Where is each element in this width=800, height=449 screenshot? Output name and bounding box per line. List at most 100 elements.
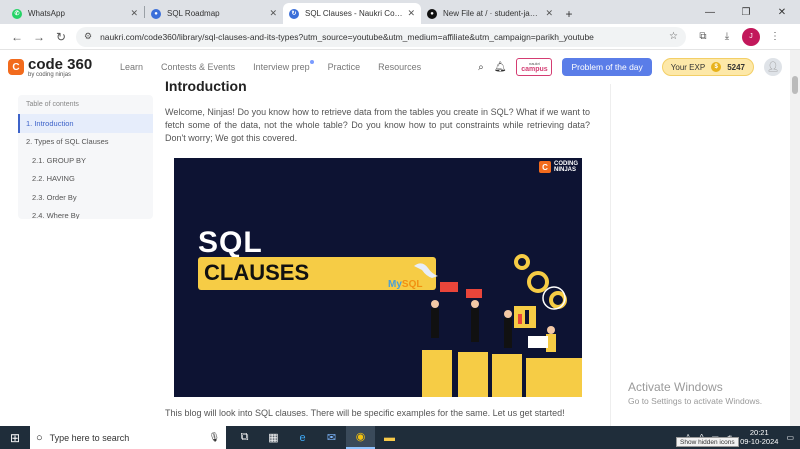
download-icon[interactable]: ⤓ bbox=[718, 28, 736, 46]
taskbar-apps: ⧉ ▦ e ✉ ◉ ▬ bbox=[230, 426, 404, 449]
code360-logo[interactable]: C code 360 by coding ninjas bbox=[8, 57, 110, 78]
naukri-campus-button[interactable]: naukri campus bbox=[516, 58, 553, 76]
microphone-icon[interactable]: 🎙︎ bbox=[209, 432, 220, 443]
toc-item-having[interactable]: 2.2. HAVING bbox=[18, 170, 153, 189]
campus-bottom-label: campus bbox=[521, 65, 548, 73]
close-icon[interactable]: ✕ bbox=[407, 8, 415, 19]
browser-toolbar: ← → ↻ ⚙ naukri.com/code360/library/sql-c… bbox=[0, 24, 800, 50]
new-dot-badge bbox=[309, 60, 314, 64]
forward-button[interactable]: → bbox=[28, 26, 50, 48]
tab-label: WhatsApp bbox=[28, 9, 65, 18]
tab-label: New File at / · student-jashan/s bbox=[443, 9, 541, 18]
scrollbar-thumb[interactable] bbox=[792, 76, 798, 94]
bookmark-star-icon[interactable]: ☆ bbox=[669, 31, 678, 42]
windows-start-icon[interactable]: ⊞ bbox=[0, 426, 30, 449]
toolbar-icons: ⧉ ⤓ J ⋮ bbox=[694, 27, 784, 46]
speech-bubble-1 bbox=[440, 282, 458, 292]
reload-button[interactable]: ↻ bbox=[50, 26, 72, 48]
notifications-icon[interactable]: ▭ bbox=[786, 433, 794, 442]
chart-bar-red bbox=[518, 314, 522, 324]
extensions-icon[interactable]: ⧉ bbox=[694, 28, 712, 46]
article-heading: Introduction bbox=[165, 78, 247, 94]
search-icon[interactable]: ⌕ bbox=[478, 62, 484, 73]
header-actions: ⌕ 🔔︎ naukri campus Problem of the day Yo… bbox=[478, 58, 782, 76]
address-bar[interactable]: ⚙ naukri.com/code360/library/sql-clauses… bbox=[76, 26, 686, 47]
chrome-icon[interactable]: ◉ bbox=[346, 426, 375, 449]
laptop-screen bbox=[528, 336, 548, 348]
task-view-icon[interactable]: ⧉ bbox=[230, 426, 259, 449]
close-icon[interactable]: ✕ bbox=[269, 8, 277, 19]
dolphin-shape bbox=[414, 263, 438, 278]
logo-mark-icon: C bbox=[8, 59, 24, 75]
person-2-body bbox=[471, 308, 479, 342]
article-next-paragraph: This blog will look into SQL clauses. Th… bbox=[165, 408, 565, 418]
right-sidebar bbox=[610, 84, 790, 426]
tab-label: SQL Clauses - Naukri Code 360 bbox=[305, 9, 404, 18]
sql-clauses-banner-image: C CODING NINJAS SQL CLAUSES MySQL bbox=[174, 158, 582, 397]
nav-interview-prep[interactable]: Interview prep bbox=[253, 60, 314, 72]
toc-item-introduction[interactable]: 1. Introduction bbox=[18, 114, 153, 133]
person-1-head bbox=[431, 300, 439, 308]
menu-icon[interactable]: ⋮ bbox=[766, 28, 784, 46]
coin-icon: $ bbox=[711, 62, 722, 72]
person-3-head bbox=[504, 310, 512, 318]
site-header: C code 360 by coding ninjas Learn Contes… bbox=[0, 50, 790, 84]
toc-item-where-by[interactable]: 2.4. Where By bbox=[18, 207, 153, 219]
edge-icon[interactable]: e bbox=[288, 426, 317, 449]
back-button[interactable]: ← bbox=[6, 26, 28, 48]
close-icon[interactable]: ✕ bbox=[130, 8, 138, 19]
github-icon: ● bbox=[427, 8, 437, 19]
close-icon[interactable]: ✕ bbox=[545, 8, 553, 19]
clock-date: 09-10-2024 bbox=[740, 436, 779, 446]
search-icon: ○ bbox=[36, 431, 43, 444]
watermark-title: Activate Windows bbox=[628, 380, 723, 394]
code360-icon: ↻ bbox=[289, 8, 299, 19]
exp-value: 5247 bbox=[727, 62, 745, 72]
article-intro: Welcome, Ninjas! Do you know how to retr… bbox=[165, 107, 590, 143]
mail-icon[interactable]: ✉ bbox=[317, 426, 346, 449]
tab-sql-clauses[interactable]: ↻ SQL Clauses - Naukri Code 360 ✕ bbox=[283, 3, 421, 24]
minimize-button[interactable]: — bbox=[692, 0, 728, 24]
toc-item-group-by[interactable]: 2.1. GROUP BY bbox=[18, 151, 153, 170]
nav-resources[interactable]: Resources bbox=[378, 62, 421, 72]
nav-practice[interactable]: Practice bbox=[328, 62, 361, 72]
page-scrollbar[interactable] bbox=[790, 50, 800, 426]
site-settings-icon[interactable]: ⚙ bbox=[84, 31, 92, 42]
windows-activation-watermark: Activate Windows Go to Settings to activ… bbox=[628, 380, 762, 406]
taskbar-search-box[interactable]: ○ Type here to search 🎙︎ bbox=[30, 426, 226, 449]
nav-contests[interactable]: Contests & Events bbox=[161, 62, 235, 72]
person-4-head bbox=[547, 326, 555, 334]
store-icon[interactable]: ▦ bbox=[259, 426, 288, 449]
banner-illustration bbox=[414, 254, 582, 397]
watermark-subtitle: Go to Settings to activate Windows. bbox=[628, 396, 763, 406]
tab-whatsapp[interactable]: ✆ WhatsApp ✕ bbox=[6, 3, 144, 24]
gear-large bbox=[527, 271, 549, 293]
tab-label: SQL Roadmap bbox=[167, 9, 220, 18]
whatsapp-icon: ✆ bbox=[12, 8, 22, 19]
logo-text: code 360 bbox=[28, 55, 93, 73]
maximize-button[interactable]: ❐ bbox=[728, 0, 764, 24]
window-controls: — ❐ ✕ bbox=[692, 0, 800, 24]
taskbar-clock[interactable]: 20:21 09-10-2024 bbox=[740, 428, 779, 446]
tab-sql-roadmap[interactable]: ● SQL Roadmap ✕ bbox=[145, 3, 283, 24]
chart-bar-dark bbox=[525, 310, 529, 324]
file-explorer-icon[interactable]: ▬ bbox=[375, 426, 404, 449]
nav-learn[interactable]: Learn bbox=[120, 62, 143, 72]
problem-of-the-day-button[interactable]: Problem of the day bbox=[562, 58, 652, 76]
bar-platforms bbox=[422, 350, 582, 397]
close-window-button[interactable]: ✕ bbox=[764, 0, 800, 24]
exp-badge[interactable]: Your EXP $ 5247 bbox=[661, 58, 754, 76]
url-text[interactable]: naukri.com/code360/library/sql-clauses-a… bbox=[100, 32, 669, 42]
show-hidden-icons-tooltip: Show hidden icons bbox=[676, 437, 739, 447]
user-avatar[interactable]: 👤︎ bbox=[764, 58, 782, 76]
tab-github[interactable]: ● New File at / · student-jashan/s ✕ bbox=[421, 3, 559, 24]
browser-tab-strip: ✆ WhatsApp ✕ ● SQL Roadmap ✕ ↻ SQL Claus… bbox=[0, 0, 800, 24]
person-1-body bbox=[431, 308, 439, 338]
platform-2 bbox=[458, 352, 488, 397]
notification-bell-icon[interactable]: 🔔︎ bbox=[494, 62, 507, 73]
new-tab-button[interactable]: + bbox=[559, 3, 579, 24]
toc-item-order-by[interactable]: 2.3. Order By bbox=[18, 188, 153, 207]
profile-avatar[interactable]: J bbox=[742, 27, 760, 46]
logo-subtext: by coding ninjas bbox=[28, 71, 72, 78]
toc-item-types-of-sql-clauses[interactable]: 2. Types of SQL Clauses bbox=[18, 133, 153, 152]
